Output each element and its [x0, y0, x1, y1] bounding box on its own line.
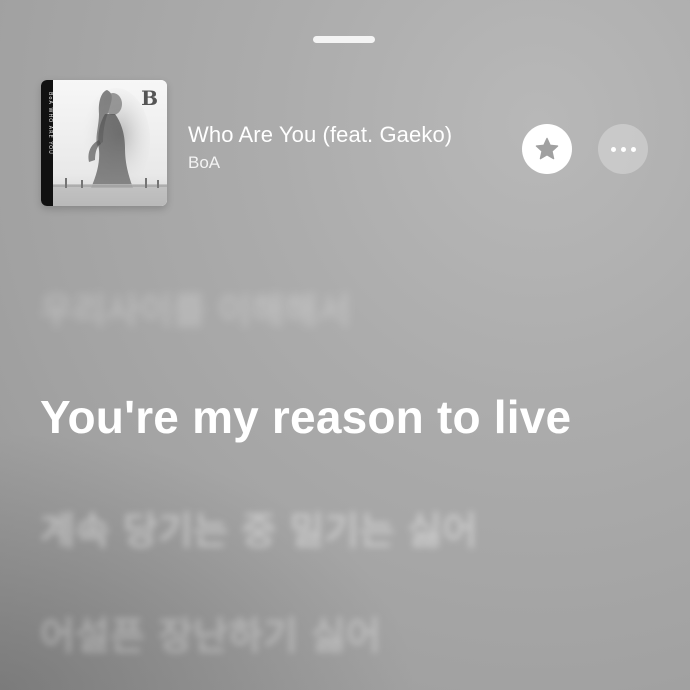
track-artist[interactable]: BoA: [188, 153, 220, 173]
lyrics-screen: { "track": { "title": "Who Are You (feat…: [0, 0, 690, 690]
album-artwork-spine-text: BoA WHO ARE YOU: [47, 92, 53, 155]
sheet-grabber-handle[interactable]: [313, 36, 375, 43]
ellipsis-icon: [610, 146, 636, 152]
lyric-line-previous[interactable]: 우리사이를 이해해서: [40, 282, 351, 334]
more-options-button[interactable]: [598, 124, 648, 174]
track-title[interactable]: Who Are You (feat. Gaeko): [188, 122, 452, 148]
star-icon: [535, 137, 559, 160]
lyric-line-next[interactable]: 계속 당기는 중 밀기는 싫어: [40, 500, 477, 555]
favorite-button[interactable]: [522, 124, 572, 174]
album-artwork-logo: B: [141, 86, 158, 110]
lyric-line-next[interactable]: 어설픈 장난하기 싫어: [40, 605, 381, 660]
lyric-line-current[interactable]: You're my reason to live: [40, 390, 571, 444]
album-artwork[interactable]: BoA WHO ARE YOU B: [41, 80, 167, 206]
